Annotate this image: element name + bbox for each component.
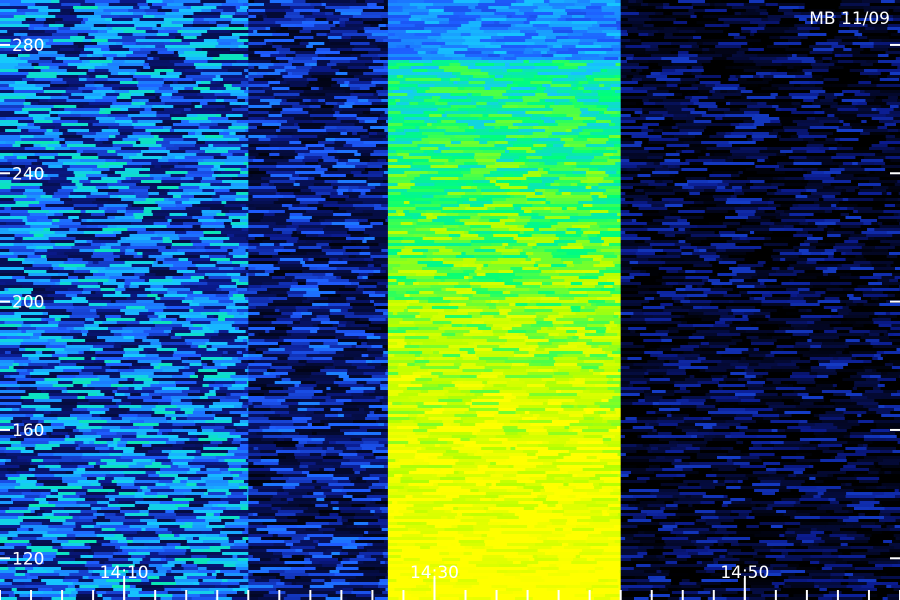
spectrogram-stage: 280 240 200 160 120 14:10 14:30 14:50 MB 11/09 (0, 0, 900, 600)
x-tick-label-0: 14:10 (100, 563, 149, 583)
intensity-band-2 (387, 0, 622, 600)
spectrogram-chart: 280 240 200 160 120 14:10 14:30 14:50 MB 11/09 (0, 0, 900, 600)
y-tick-label-2: 200 (12, 293, 44, 313)
chart-title: MB 11/09 (809, 9, 890, 29)
x-tick-label-2: 14:50 (720, 563, 769, 583)
y-tick-label-1: 240 (12, 164, 44, 184)
y-tick-label-0: 280 (12, 36, 44, 56)
intensity-band-3 (620, 0, 900, 600)
y-tick-label-3: 160 (12, 421, 44, 441)
y-tick-label-4: 120 (12, 549, 44, 569)
intensity-band-1 (248, 0, 389, 600)
x-tick-label-1: 14:30 (410, 563, 459, 583)
